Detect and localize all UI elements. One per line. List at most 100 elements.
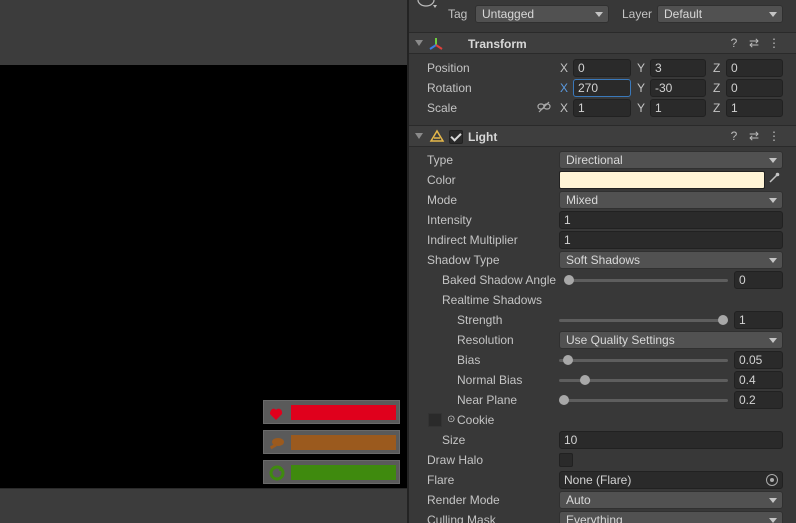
- food-bar: [291, 435, 396, 450]
- flare-row: Flare None (Flare): [409, 470, 796, 490]
- strength-track[interactable]: [559, 319, 728, 322]
- axis-x-label[interactable]: X: [560, 61, 568, 75]
- axis-z-label[interactable]: Z: [713, 101, 720, 115]
- indirect-multiplier-field[interactable]: 1: [559, 231, 783, 249]
- transform-header[interactable]: Transform ? ⇄ ⋮: [409, 32, 796, 54]
- bias-label: Bias: [457, 353, 481, 367]
- axis-x-label[interactable]: X: [560, 81, 568, 95]
- mode-row: Mode Mixed: [409, 190, 796, 210]
- gameobject-icon[interactable]: [417, 0, 437, 10]
- baked-shadow-angle-slider[interactable]: [564, 275, 574, 285]
- presets-icon[interactable]: ⇄: [747, 36, 761, 50]
- rotation-x-field[interactable]: 270: [573, 79, 631, 97]
- cookie-label: Cookie: [457, 413, 495, 427]
- axis-y-label[interactable]: Y: [637, 101, 645, 115]
- resolution-row: Resolution Use Quality Settings: [409, 330, 796, 350]
- position-y-field[interactable]: 3: [650, 59, 706, 77]
- presets-icon[interactable]: ⇄: [747, 129, 761, 143]
- tag-label: Tag: [448, 7, 468, 21]
- draw-halo-row: Draw Halo: [409, 450, 796, 470]
- layer-label: Layer: [622, 7, 653, 21]
- bias-track[interactable]: [559, 359, 728, 362]
- strength-field[interactable]: 1: [734, 311, 783, 329]
- layer-dropdown[interactable]: Default: [657, 5, 783, 23]
- realtime-shadows-label: Realtime Shadows: [442, 293, 543, 307]
- scale-y-field[interactable]: 1: [650, 99, 706, 117]
- rotation-y-field[interactable]: -30: [650, 79, 706, 97]
- scale-x-field[interactable]: 1: [573, 99, 631, 117]
- food-icon: [267, 434, 287, 451]
- axis-y-label[interactable]: Y: [637, 61, 645, 75]
- flare-object-field[interactable]: None (Flare): [559, 471, 783, 489]
- rotation-label: Rotation: [427, 81, 472, 95]
- draw-halo-checkbox[interactable]: [559, 453, 573, 467]
- eyedropper-icon[interactable]: [765, 171, 783, 189]
- bias-field[interactable]: 0.05: [734, 351, 783, 369]
- intensity-field[interactable]: 1: [559, 211, 783, 229]
- type-dropdown[interactable]: Directional: [559, 151, 783, 169]
- near-plane-row: Near Plane 0.2: [409, 390, 796, 410]
- foldout-arrow-icon[interactable]: [415, 133, 423, 139]
- render-mode-label: Render Mode: [427, 493, 500, 507]
- foldout-arrow-icon[interactable]: [415, 40, 423, 46]
- color-swatch[interactable]: [559, 171, 765, 189]
- near-plane-track[interactable]: [559, 399, 728, 402]
- rotation-z-field[interactable]: 0: [726, 79, 783, 97]
- chevron-down-icon: [769, 158, 777, 163]
- normal-bias-field[interactable]: 0.4: [734, 371, 783, 389]
- realtime-shadows-row: Realtime Shadows: [409, 290, 796, 310]
- bias-slider[interactable]: [562, 355, 573, 365]
- normal-bias-row: Normal Bias 0.4: [409, 370, 796, 390]
- hud-food-row: [263, 430, 400, 454]
- baked-shadow-angle-field[interactable]: 0: [734, 271, 783, 289]
- culling-mask-dropdown[interactable]: Everything: [559, 511, 783, 523]
- flare-value: None (Flare): [564, 473, 632, 487]
- culling-mask-label: Culling Mask: [427, 513, 496, 523]
- size-row: Size 10: [409, 430, 796, 450]
- more-options-icon[interactable]: ⋮: [767, 36, 781, 50]
- position-z-field[interactable]: 0: [726, 59, 783, 77]
- normal-bias-slider[interactable]: [580, 375, 591, 385]
- light-header[interactable]: Light ? ⇄ ⋮: [409, 125, 796, 147]
- draw-halo-label: Draw Halo: [427, 453, 484, 467]
- scale-label: Scale: [427, 101, 458, 115]
- object-field-icon: ⊙: [447, 414, 456, 425]
- axis-z-label[interactable]: Z: [713, 81, 720, 95]
- scale-row: Scale X 1 Y 1 Z 1: [409, 98, 796, 118]
- position-row: Position X 0 Y 3 Z 0: [409, 58, 796, 78]
- size-label: Size: [442, 433, 466, 447]
- render-mode-value: Auto: [566, 493, 591, 507]
- light-enabled-checkbox[interactable]: [449, 130, 463, 144]
- shadow-type-dropdown[interactable]: Soft Shadows: [559, 251, 783, 269]
- constrain-proportions-icon[interactable]: [537, 101, 551, 116]
- chevron-down-icon: [769, 338, 777, 343]
- culling-mask-value: Everything: [566, 513, 623, 523]
- scale-z-field[interactable]: 1: [726, 99, 783, 117]
- size-field[interactable]: 10: [559, 431, 783, 449]
- render-mode-dropdown[interactable]: Auto: [559, 491, 783, 509]
- health-bar: [291, 405, 396, 420]
- axis-z-label[interactable]: Z: [713, 61, 720, 75]
- position-x-field[interactable]: 0: [573, 59, 631, 77]
- help-icon[interactable]: ?: [727, 36, 741, 50]
- mode-dropdown[interactable]: Mixed: [559, 191, 783, 209]
- near-plane-field[interactable]: 0.2: [734, 391, 783, 409]
- resolution-dropdown[interactable]: Use Quality Settings: [559, 331, 783, 349]
- recycle-bar: [291, 465, 396, 480]
- strength-slider[interactable]: [718, 315, 728, 325]
- near-plane-label: Near Plane: [457, 393, 518, 407]
- help-icon[interactable]: ?: [727, 129, 741, 143]
- resolution-value: Use Quality Settings: [566, 333, 675, 347]
- shadow-type-row: Shadow Type Soft Shadows: [409, 250, 796, 270]
- axis-y-label[interactable]: Y: [637, 81, 645, 95]
- more-options-icon[interactable]: ⋮: [767, 129, 781, 143]
- axis-x-label[interactable]: X: [560, 101, 568, 115]
- object-picker-icon[interactable]: [766, 474, 778, 486]
- tag-dropdown[interactable]: Untagged: [475, 5, 609, 23]
- baked-shadow-angle-track[interactable]: [564, 279, 728, 282]
- cookie-thumbnail[interactable]: [428, 413, 442, 427]
- near-plane-slider[interactable]: [559, 395, 569, 405]
- indirect-multiplier-row: Indirect Multiplier 1: [409, 230, 796, 250]
- game-viewport[interactable]: [0, 65, 408, 488]
- intensity-label: Intensity: [427, 213, 472, 227]
